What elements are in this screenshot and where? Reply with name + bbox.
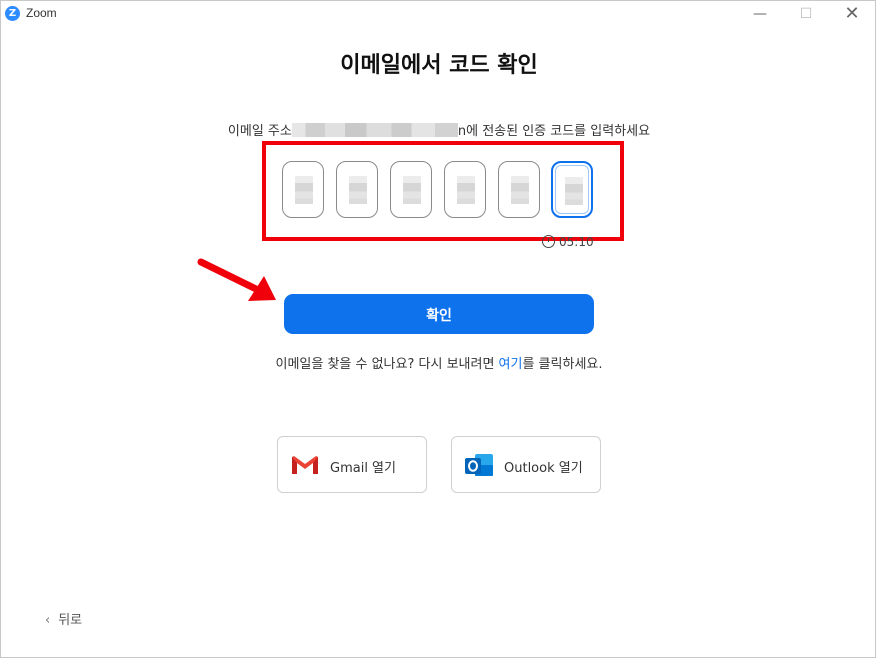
- code-digit-1[interactable]: [282, 161, 324, 218]
- resend-text: 이메일을 찾을 수 없나요? 다시 보내려면 여기를 클릭하세요.: [1, 353, 876, 372]
- instruction-suffix: n에 전송된 인증 코드를 입력하세요: [457, 124, 651, 139]
- countdown-timer: 05:10: [542, 235, 594, 249]
- red-arrow-icon: [197, 258, 276, 301]
- resend-prefix: 이메일을 찾을 수 없나요? 다시 보내려면: [275, 357, 499, 372]
- back-button[interactable]: ‹ 뒤로: [45, 609, 82, 628]
- instruction-prefix: 이메일 주소: [227, 124, 292, 139]
- confirm-button[interactable]: 확인: [284, 294, 594, 334]
- redacted-digit: [403, 176, 421, 204]
- code-digit-4[interactable]: [444, 161, 486, 218]
- instruction-text: 이메일 주소 n에 전송된 인증 코드를 입력하세요: [1, 120, 876, 139]
- resend-suffix: 를 클릭하세요.: [522, 357, 603, 372]
- open-outlook-button[interactable]: Outlook 열기: [451, 436, 601, 493]
- back-label: 뒤로: [58, 613, 83, 628]
- redacted-digit: [511, 176, 529, 204]
- gmail-label: Gmail 열기: [330, 461, 396, 476]
- minimize-button[interactable]: —: [737, 1, 783, 27]
- redacted-email: [291, 123, 458, 137]
- zoom-window: Z Zoom — ☐ ✕ 이메일에서 코드 확인 이메일 주소 n에 전송된 인증…: [0, 0, 876, 658]
- redacted-digit: [349, 176, 367, 204]
- redacted-digit: [565, 177, 583, 205]
- title-bar: Z Zoom — ☐ ✕: [1, 1, 875, 27]
- outlook-icon: [465, 454, 493, 476]
- zoom-logo-icon: Z: [5, 6, 20, 21]
- redacted-digit: [295, 176, 313, 204]
- gmail-icon: [291, 456, 319, 475]
- maximize-button[interactable]: ☐: [783, 1, 829, 27]
- resend-link[interactable]: 여기: [499, 357, 523, 372]
- timer-value: 05:10: [559, 235, 594, 249]
- code-digit-5[interactable]: [498, 161, 540, 218]
- window-title: Zoom: [26, 6, 57, 20]
- page-title: 이메일에서 코드 확인: [340, 53, 538, 78]
- close-button[interactable]: ✕: [829, 1, 875, 27]
- code-digit-3[interactable]: [390, 161, 432, 218]
- redacted-digit: [457, 176, 475, 204]
- outlook-label: Outlook 열기: [504, 461, 583, 476]
- clock-icon: [542, 235, 555, 248]
- code-digit-2[interactable]: [336, 161, 378, 218]
- chevron-left-icon: ‹: [45, 613, 51, 628]
- open-gmail-button[interactable]: Gmail 열기: [277, 436, 427, 493]
- code-digit-6[interactable]: [551, 161, 593, 218]
